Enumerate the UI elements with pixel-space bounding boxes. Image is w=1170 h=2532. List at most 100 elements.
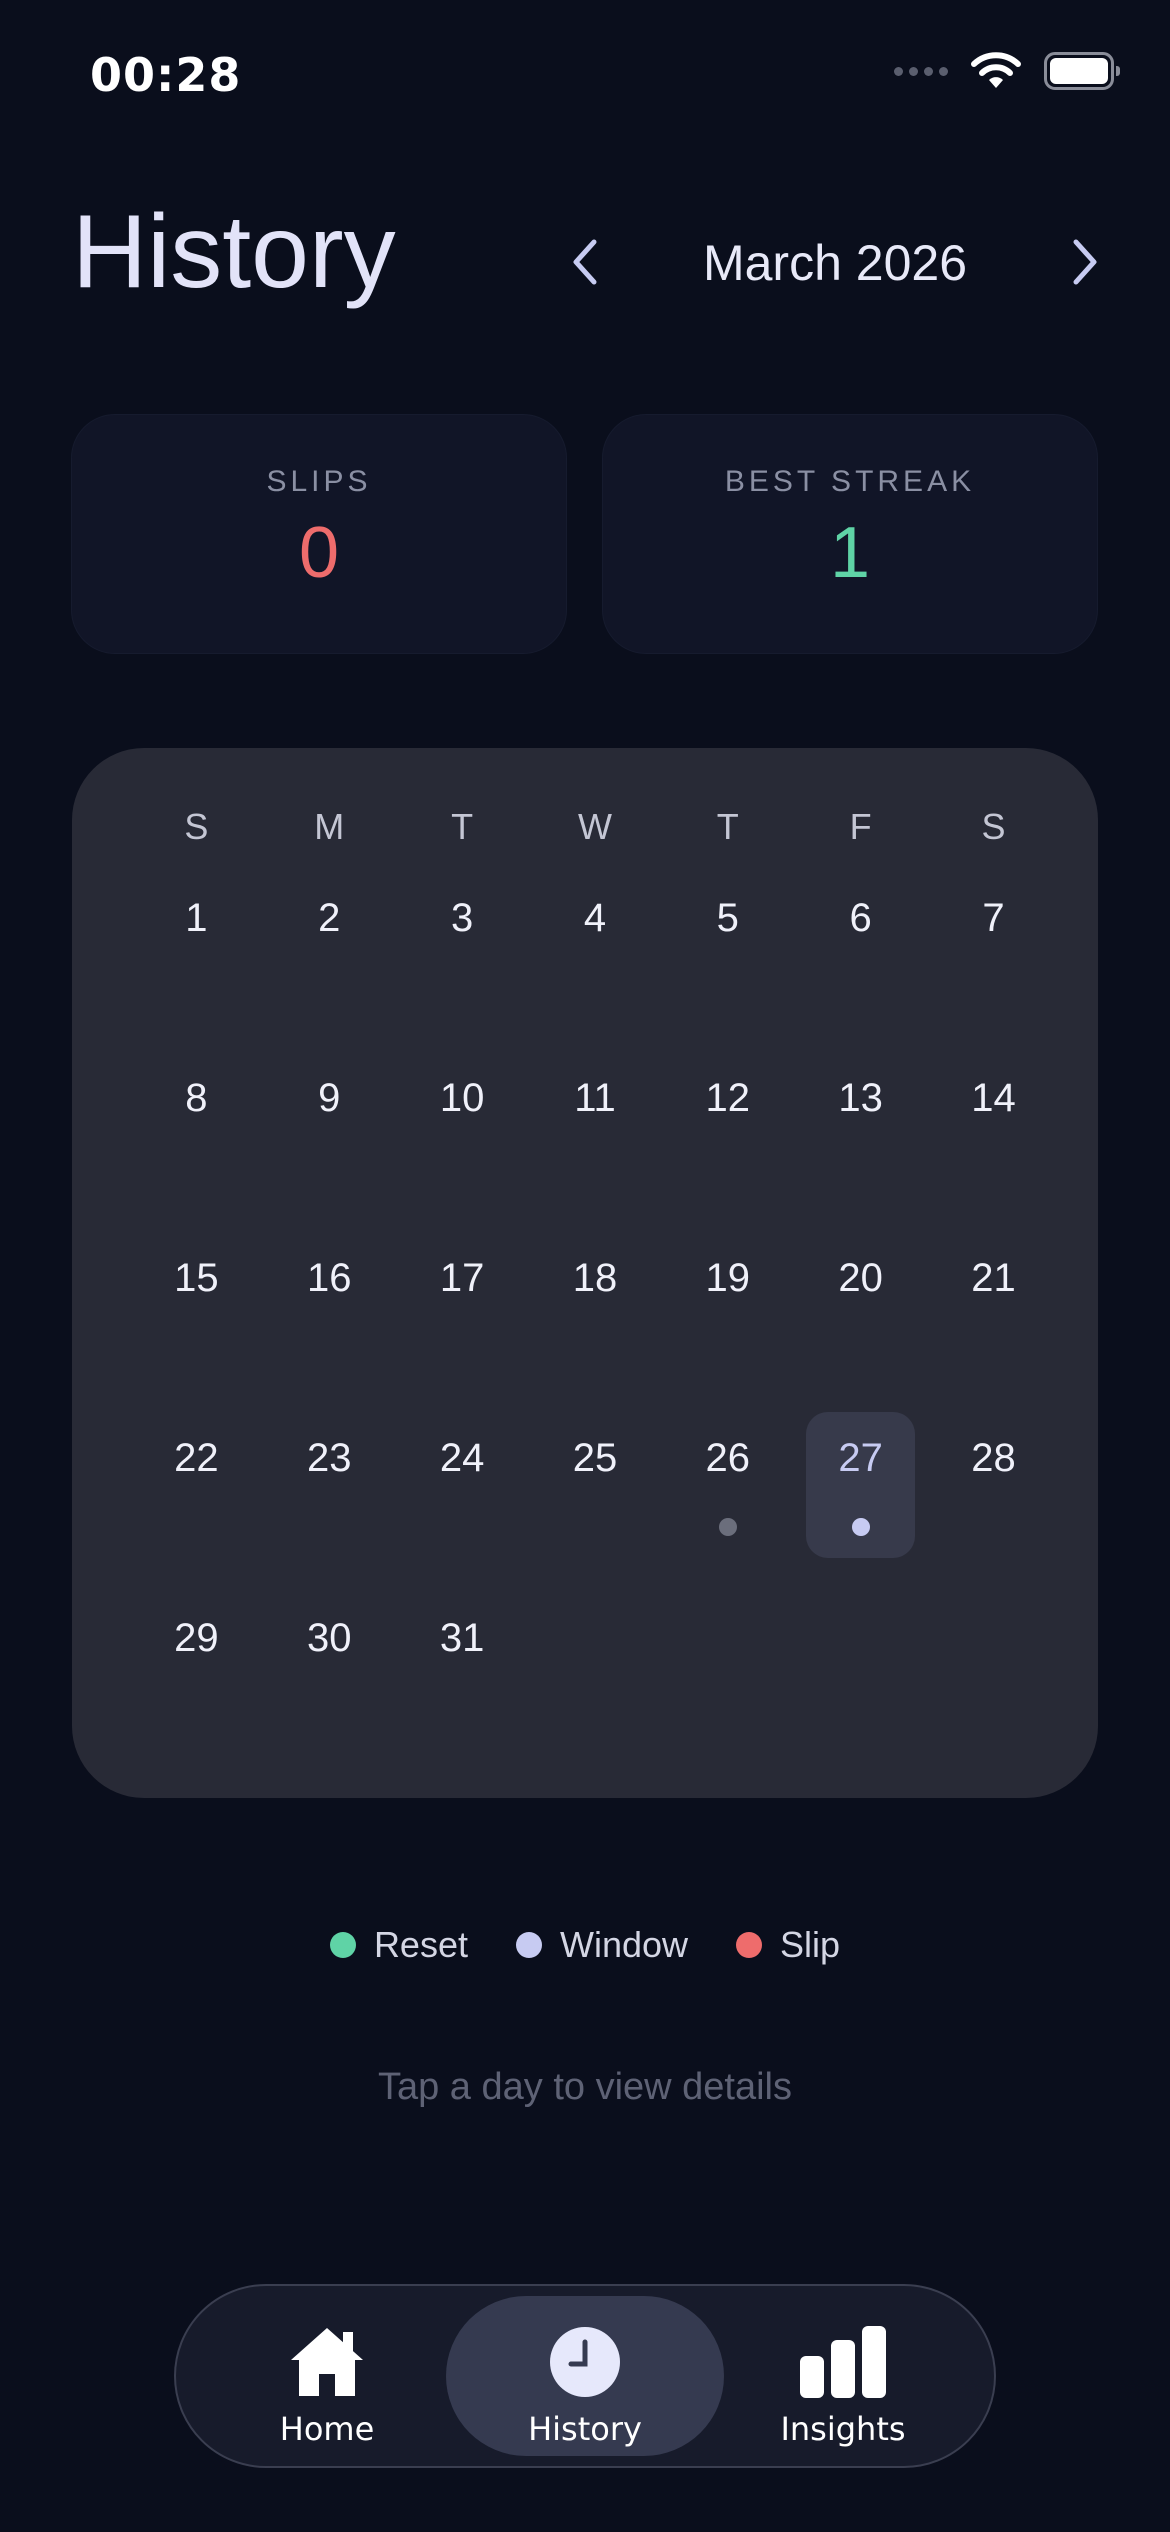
day-number: 20 (838, 1256, 883, 1300)
tab-home[interactable]: Home (188, 2296, 466, 2456)
calendar-day-18[interactable]: 18 (529, 1232, 662, 1392)
weekday-label: T (716, 806, 739, 847)
house-icon (291, 2328, 363, 2396)
day-number: 9 (318, 1076, 341, 1120)
best-streak-value: 1 (829, 513, 871, 593)
day-number: 11 (574, 1076, 616, 1120)
calendar-day-7[interactable]: 7 (927, 872, 1060, 1032)
calendar-empty-cell (794, 1592, 927, 1752)
page-title: History (72, 194, 396, 310)
legend-item-slip: Slip (736, 1924, 840, 1966)
calendar-day-2[interactable]: 2 (263, 872, 396, 1032)
day-number: 4 (583, 896, 607, 940)
legend-item-reset: Reset (329, 1924, 468, 1966)
day-number: 31 (439, 1616, 485, 1660)
calendar-week-row: 22 23 24 25 26 27 28 (130, 1412, 1060, 1592)
slips-card: SLIPS 0 (71, 414, 567, 654)
calendar-day-20[interactable]: 20 (794, 1232, 927, 1392)
calendar-day-25[interactable]: 25 (529, 1412, 662, 1572)
legend-label: Window (559, 1924, 689, 1965)
day-number: 7 (982, 896, 1005, 940)
status-time: 00:28 (90, 48, 242, 102)
weekday-label: T (451, 806, 474, 847)
bar-chart-icon (800, 2326, 886, 2398)
day-number: 25 (572, 1436, 618, 1480)
calendar-empty-cell (927, 1592, 1060, 1752)
weekday-header: S M T W T F S (130, 806, 1060, 848)
day-number: 27 (838, 1436, 883, 1480)
calendar-day-17[interactable]: 17 (396, 1232, 529, 1392)
day-number: 17 (439, 1256, 485, 1300)
chevron-left-icon (573, 239, 597, 285)
tab-label: History (528, 2410, 642, 2448)
legend-label: Slip (780, 1924, 841, 1965)
day-number: 30 (307, 1616, 352, 1660)
calendar-empty-cell (661, 1592, 794, 1752)
weekday-label: F (849, 806, 872, 847)
calendar-day-27[interactable]: 27 (794, 1412, 927, 1572)
day-number: 8 (185, 1076, 208, 1120)
day-number: 21 (971, 1256, 1016, 1300)
day-number: 10 (439, 1076, 485, 1120)
calendar-day-29[interactable]: 29 (130, 1592, 263, 1752)
calendar-day-30[interactable]: 30 (263, 1592, 396, 1752)
best-streak-card: BEST STREAK 1 (602, 414, 1098, 654)
day-number: 24 (439, 1436, 485, 1480)
month-label: March 2026 (702, 235, 968, 291)
legend-item-window: Window (515, 1924, 689, 1966)
calendar-day-4[interactable]: 4 (529, 872, 662, 1032)
calendar-day-6[interactable]: 6 (794, 872, 927, 1032)
window-dot-icon (515, 1932, 542, 1958)
tab-label: Home (279, 2410, 375, 2448)
day-number: 28 (971, 1436, 1016, 1480)
day-number: 2 (318, 896, 341, 940)
calendar-day-14[interactable]: 14 (927, 1052, 1060, 1212)
calendar-day-10[interactable]: 10 (396, 1052, 529, 1212)
calendar-day-28[interactable]: 28 (927, 1412, 1060, 1572)
calendar-day-31[interactable]: 31 (396, 1592, 529, 1752)
calendar-day-1[interactable]: 1 (130, 872, 263, 1032)
calendar-day-23[interactable]: 23 (263, 1412, 396, 1572)
calendar-day-21[interactable]: 21 (927, 1232, 1060, 1392)
day-number: 18 (572, 1256, 618, 1300)
calendar-empty-cell (529, 1592, 662, 1752)
calendar-day-16[interactable]: 16 (263, 1232, 396, 1392)
day-number: 15 (174, 1256, 219, 1300)
calendar-day-9[interactable]: 9 (263, 1052, 396, 1212)
slips-value: 0 (298, 513, 340, 593)
tab-history[interactable]: History (446, 2296, 724, 2456)
day-number: 16 (307, 1256, 352, 1300)
calendar: S M T W T F S 1 2 3 4 5 6 7 8 9 10 11 12 13 14 15 16 17 1… (72, 748, 1098, 1798)
history-screen: 00:28 History March 2026 SLIPS 0 BEST ST… (0, 0, 1170, 2532)
tab-insights[interactable]: Insights (704, 2296, 982, 2456)
day-number: 19 (705, 1256, 751, 1300)
day-number: 13 (838, 1076, 883, 1120)
slips-label: SLIPS (266, 465, 372, 498)
next-month-button[interactable] (1055, 222, 1115, 302)
calendar-grid: 1 2 3 4 5 6 7 8 9 10 11 12 13 14 15 16 17 18 19 20 21 22 23 24 2… (130, 872, 1060, 1772)
calendar-day-15[interactable]: 15 (130, 1232, 263, 1392)
status-indicators (894, 52, 1120, 90)
day-number: 29 (174, 1616, 219, 1660)
day-number: 1 (185, 896, 208, 940)
calendar-day-22[interactable]: 22 (130, 1412, 263, 1572)
cellular-signal-icon (894, 66, 948, 76)
weekday-label: S (981, 806, 1006, 847)
day-number: 5 (716, 896, 739, 940)
calendar-day-19[interactable]: 19 (661, 1232, 794, 1392)
calendar-day-13[interactable]: 13 (794, 1052, 927, 1212)
calendar-day-11[interactable]: 11 (529, 1052, 662, 1212)
calendar-day-8[interactable]: 8 (130, 1052, 263, 1212)
calendar-day-26[interactable]: 26 (661, 1412, 794, 1572)
previous-month-button[interactable] (555, 222, 615, 302)
calendar-day-3[interactable]: 3 (396, 872, 529, 1032)
calendar-day-5[interactable]: 5 (661, 872, 794, 1032)
calendar-day-24[interactable]: 24 (396, 1412, 529, 1572)
day-number: 22 (174, 1436, 219, 1480)
tab-label: Insights (780, 2410, 906, 2448)
hint-text: Tap a day to view details (377, 2066, 792, 2108)
month-navigator: March 2026 (555, 222, 1115, 302)
calendar-day-12[interactable]: 12 (661, 1052, 794, 1212)
day-number: 3 (450, 896, 474, 940)
wifi-icon (971, 52, 1021, 88)
